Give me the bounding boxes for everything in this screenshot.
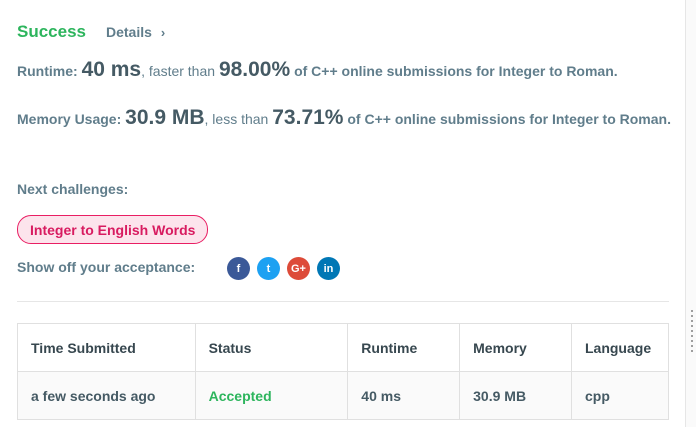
- facebook-icon[interactable]: f: [227, 257, 250, 280]
- runtime-comparison: , faster than: [141, 63, 216, 79]
- runtime-stat: Runtime: 40 ms, faster than 98.00% of C+…: [17, 58, 677, 81]
- google-plus-icon[interactable]: G+: [287, 257, 310, 280]
- column-header-time: Time Submitted: [17, 323, 196, 372]
- memory-comparison: , less than: [204, 111, 269, 127]
- divider: [17, 301, 669, 302]
- accepted-link[interactable]: Accepted: [209, 388, 272, 404]
- share-icons: f t G+ in: [227, 257, 340, 280]
- chevron-right-icon: ›: [160, 24, 166, 40]
- details-label: Details: [106, 24, 152, 40]
- cell-runtime: 40 ms: [347, 371, 461, 420]
- memory-percent: 73.71%: [272, 106, 344, 129]
- runtime-label: Runtime:: [17, 63, 78, 79]
- side-panel-edge: [685, 0, 696, 427]
- runtime-suffix: of C++ online submissions for Integer to…: [294, 63, 618, 79]
- result-status: Success: [17, 22, 86, 41]
- memory-label: Memory Usage:: [17, 111, 122, 127]
- column-header-language: Language: [570, 323, 670, 372]
- share-label: Show off your acceptance:: [17, 259, 196, 275]
- table-header-row: Time Submitted Status Runtime Memory Lan…: [17, 323, 670, 372]
- resize-handle[interactable]: [691, 310, 693, 352]
- column-header-memory: Memory: [459, 323, 572, 372]
- cell-time: a few seconds ago: [17, 371, 196, 420]
- submission-result-panel: Success Details › Runtime: 40 ms, faster…: [0, 0, 685, 427]
- memory-value: 30.9 MB: [125, 106, 205, 129]
- memory-stat: Memory Usage: 30.9 MB, less than 73.71% …: [17, 106, 677, 129]
- memory-suffix: of C++ online submissions for Integer to…: [347, 111, 671, 127]
- cell-language: cpp: [570, 371, 670, 420]
- next-challenge-chip[interactable]: Integer to English Words: [17, 215, 209, 244]
- column-header-status: Status: [194, 323, 349, 372]
- cell-status: Accepted: [194, 371, 349, 420]
- next-challenges-label: Next challenges:: [17, 181, 129, 197]
- cell-memory: 30.9 MB: [459, 371, 572, 420]
- details-link[interactable]: Details ›: [106, 24, 165, 40]
- result-header: Success Details ›: [17, 20, 165, 44]
- runtime-value: 40 ms: [81, 58, 142, 81]
- twitter-icon[interactable]: t: [257, 257, 280, 280]
- submissions-table: Time Submitted Status Runtime Memory Lan…: [17, 323, 670, 420]
- column-header-runtime: Runtime: [347, 323, 461, 372]
- table-row: a few seconds ago Accepted 40 ms 30.9 MB…: [17, 371, 670, 420]
- linkedin-icon[interactable]: in: [317, 257, 340, 280]
- runtime-percent: 98.00%: [218, 58, 291, 81]
